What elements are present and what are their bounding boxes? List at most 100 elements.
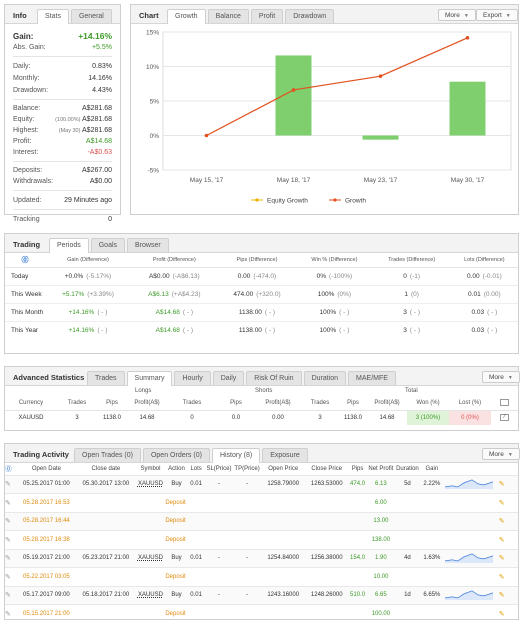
lots-cell: 0.01 [190, 481, 202, 488]
comment-icon[interactable]: ✎ [499, 500, 505, 507]
tab-growth[interactable]: Growth [167, 9, 206, 24]
tab-trades[interactable]: Trades [87, 371, 125, 385]
duration-cell: 1d [404, 592, 411, 599]
chart-export-button[interactable]: Export ▼ [476, 9, 518, 21]
tab-exposure[interactable]: Exposure [262, 448, 308, 462]
lots-cell: 0.03( - ) [451, 321, 518, 339]
tab-risk-of-ruin[interactable]: Risk Of Ruin [246, 371, 302, 385]
win-difference: (0%) [337, 290, 352, 298]
daily-value: 0.83% [92, 62, 112, 70]
win-difference: ( - ) [339, 326, 350, 334]
share-icon[interactable]: ✎ [499, 555, 505, 562]
close-date-cell [76, 494, 135, 513]
adv-col-header: Trades [310, 400, 330, 407]
tab-open-trades[interactable]: Open Trades (0) [74, 448, 141, 462]
gain-cell [420, 512, 443, 531]
activity-col-header[interactable]: Lots [188, 463, 205, 475]
win-cell: 100% (0%) [296, 285, 372, 303]
activity-col-header[interactable]: Close Price [306, 463, 348, 475]
trades-difference: (-1) [409, 272, 421, 280]
activity-col-header[interactable]: Duration [395, 463, 420, 475]
group-shorts: Shorts [255, 388, 273, 394]
activity-col-header[interactable]: Open Date [17, 463, 76, 475]
adv-col-header: Pips [347, 400, 359, 407]
tab-mae-mfe[interactable]: MAE/MFE [348, 371, 396, 385]
edit-icon[interactable]: ✎ [5, 611, 11, 618]
edit-icon[interactable]: ✎ [5, 555, 11, 562]
tab-daily[interactable]: Daily [212, 371, 245, 385]
table-view-icon[interactable] [500, 398, 509, 406]
period-label-cell: This Year [5, 321, 45, 339]
pips-cell: 1138.00( - ) [218, 303, 296, 321]
tab-drawdown[interactable]: Drawdown [285, 9, 335, 23]
tab-hourly[interactable]: Hourly [174, 371, 211, 385]
close-date-cell: 05.18.2017 21:00 [82, 592, 130, 599]
tab-browser[interactable]: Browser [127, 238, 169, 252]
activity-col-header[interactable]: Pips [348, 463, 367, 475]
empty-cell [306, 512, 348, 531]
tab-stats[interactable]: Stats [37, 9, 69, 24]
pips-cell: 154.0 [350, 555, 366, 562]
adv-cell: 14.68 [139, 414, 155, 421]
edit-icon[interactable]: ✎ [5, 518, 11, 525]
sparkline [444, 475, 499, 494]
adv-title: Advanced Statistics [13, 373, 85, 382]
tab-profit[interactable]: Profit [250, 9, 284, 23]
tab-open-orders[interactable]: Open Orders (0) [142, 448, 210, 462]
tab-balance[interactable]: Balance [207, 9, 249, 23]
edit-icon[interactable]: ✎ [5, 537, 11, 544]
edit-icon[interactable]: ✎ [5, 574, 11, 581]
edit-icon[interactable]: ✎ [5, 481, 11, 488]
close-date-cell: 05.30.2017 13:00 [82, 481, 130, 488]
activity-col-header[interactable]: Symbol [136, 463, 166, 475]
period-label-cell: This Month [5, 303, 45, 321]
tab-summary[interactable]: Summary [126, 371, 173, 386]
activity-col-header[interactable]: Action [165, 463, 187, 475]
activity-more-button[interactable]: More ▼ [482, 448, 520, 460]
comment-icon[interactable]: ✎ [499, 574, 505, 581]
sl-cell: - [217, 481, 220, 488]
adv-more-button[interactable]: More ▼ [482, 371, 520, 383]
edit-icon[interactable]: ✎ [5, 500, 11, 507]
share-icon[interactable]: ✎ [499, 592, 505, 599]
tab-duration[interactable]: Duration [303, 371, 347, 385]
comment-icon[interactable]: ✎ [499, 611, 505, 618]
gain-cell: 2.22% [423, 481, 441, 488]
equity-bar [275, 55, 312, 136]
activity-col-header[interactable]: TP(Price) [233, 463, 261, 475]
share-icon[interactable]: ✎ [499, 481, 505, 488]
table-row: Today +0.0% (-5.17%) A$0.00 (-A$6.13) 0.00 (-4… [5, 267, 518, 285]
empty-cell [348, 494, 367, 513]
empty-cell [348, 531, 367, 550]
adv-more-label: More [489, 374, 504, 381]
tab-goals[interactable]: Goals [90, 238, 126, 252]
chart-view-icon[interactable]: ⁄ [500, 414, 509, 422]
activity-col-header[interactable]: SL(Price) [205, 463, 234, 475]
activity-col-header[interactable]: Open Price [261, 463, 306, 475]
net-profit-cell: 13.00 [373, 518, 389, 525]
tab-periods[interactable]: Periods [49, 238, 89, 253]
help-icon[interactable]: ⓪ [5, 466, 12, 473]
chart-more-button[interactable]: More ▼ [438, 9, 476, 21]
sl-cell: - [217, 555, 220, 562]
equity-bar [362, 135, 399, 140]
tab-general[interactable]: General [70, 9, 112, 23]
empty-cell [233, 531, 261, 550]
comment-icon[interactable]: ✎ [499, 537, 505, 544]
edit-icon[interactable]: ✎ [5, 592, 11, 599]
activity-col-header[interactable]: Gain [420, 463, 443, 475]
help-icon[interactable]: ⓪ [22, 257, 29, 264]
trades-cell: 3( - ) [373, 303, 451, 321]
gain-cell [420, 605, 443, 624]
trades-value: 3 [403, 326, 407, 334]
pips-value: 1138.00 [238, 326, 262, 334]
empty-cell [348, 568, 367, 587]
comment-icon[interactable]: ✎ [499, 518, 505, 525]
tab-history[interactable]: History (8) [211, 448, 261, 463]
activity-col-header[interactable]: Close date [76, 463, 135, 475]
sparkline [444, 568, 499, 587]
duration-cell: 4d [404, 555, 411, 562]
activity-col-header[interactable]: Net Profit [367, 463, 395, 475]
adv-cell: 0 (0%) [449, 410, 491, 425]
period-label-value: This Week [11, 290, 42, 298]
